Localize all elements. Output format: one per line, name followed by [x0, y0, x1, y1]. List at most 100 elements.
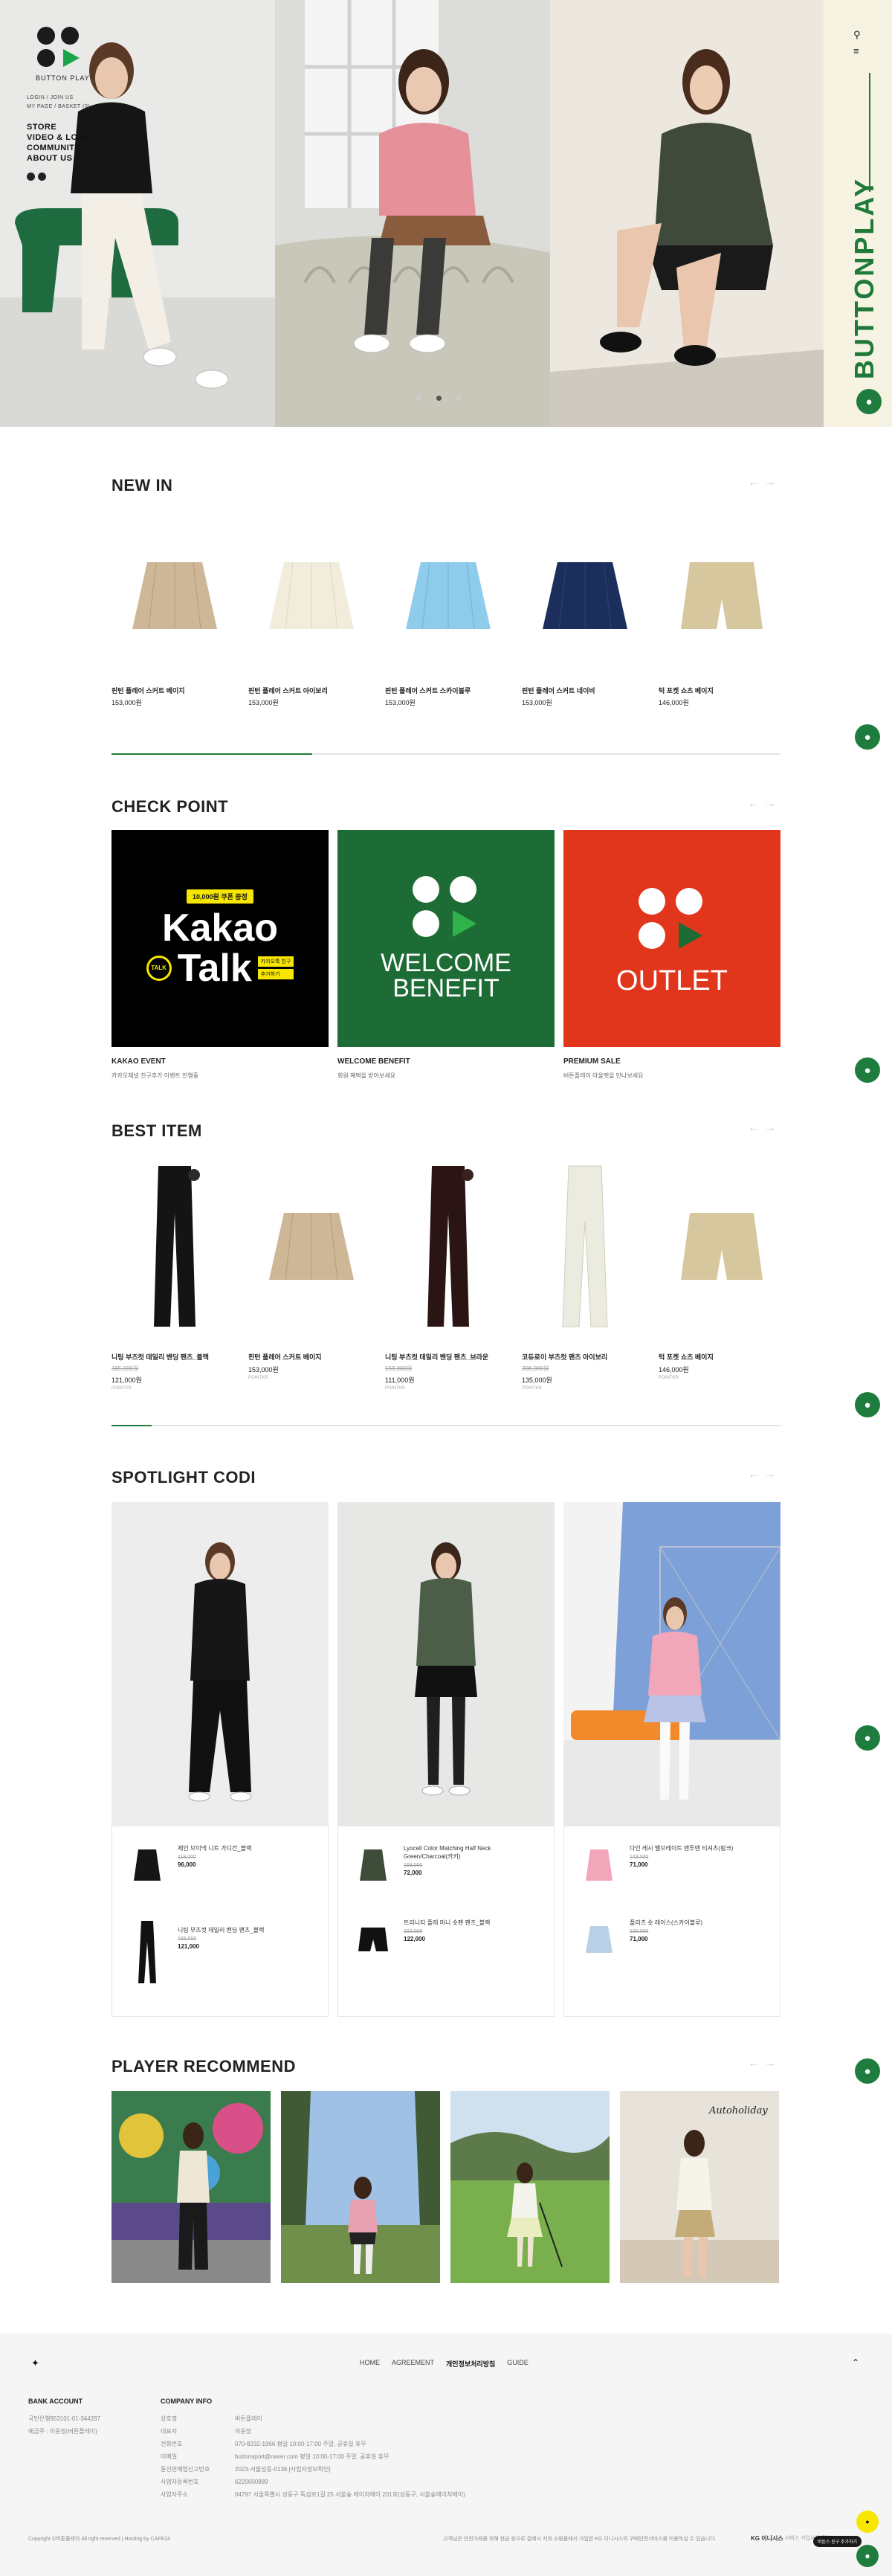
product-card[interactable]: 턱 포켓 쇼츠 베이지 146,000원	[659, 532, 785, 707]
login-link[interactable]: LOGIN / JOIN US	[27, 94, 94, 103]
codi-card[interactable]: Lyocell Color Matching Half Neck Green/C…	[337, 1502, 555, 2017]
product-name[interactable]: 니팅 부츠컷 데일리 밴딩 팬츠_브라운	[385, 1352, 511, 1362]
product-card[interactable]: 니팅 부츠컷 데일리 밴딩 팬츠_브라운 153,000원 111,000원 P…	[385, 1162, 511, 1391]
product-name[interactable]: 핀턴 플레어 스커트 베이지	[112, 686, 238, 695]
footer-logo-icon[interactable]: ✦	[31, 2357, 39, 2369]
menu-about-us[interactable]: ABOUT US	[27, 153, 94, 164]
hero-pagination[interactable]	[416, 396, 462, 401]
card-desc: 버튼플레이 아울렛을 만나보세요	[563, 1072, 644, 1079]
youtube-icon[interactable]	[38, 173, 46, 181]
codi-item-name[interactable]: 니팅 부츠컷 데일리 밴딩 팬츠_블랙	[178, 1926, 264, 1934]
product-card[interactable]: 핀턴 플레어 스커트 베이지 153,000원 POINTKR	[248, 1162, 375, 1380]
hero-dot-active[interactable]	[436, 396, 442, 401]
company-value[interactable]: 2023-서울성동-0136 [사업자정보확인]	[235, 2463, 465, 2476]
best-item-arrows[interactable]: ←→	[748, 1121, 780, 1135]
product-sub: POINTKR	[385, 1386, 405, 1391]
mypage-basket-link[interactable]: MY PAGE / BASKET (0)	[27, 103, 94, 112]
chat-icon[interactable]: ●	[855, 724, 880, 750]
check-point-title: CHECK POINT	[112, 797, 229, 816]
codi-item[interactable]: 니팅 부츠컷 데일리 밴딩 팬츠_블랙 165,000 121,000	[130, 1919, 316, 1986]
product-name[interactable]: 턱 포켓 쇼츠 베이지	[659, 686, 785, 695]
menu-community[interactable]: COMMUNITY	[27, 143, 94, 153]
chat-icon[interactable]: ●	[856, 389, 882, 414]
menu-store[interactable]: STORE	[27, 122, 94, 132]
search-icon[interactable]: ⚲	[853, 27, 861, 43]
logo-mark-icon	[639, 887, 705, 949]
kakao-tag-1: 카카오톡 친구	[257, 956, 294, 967]
instagram-icon[interactable]	[27, 173, 35, 181]
product-card[interactable]: 핀턴 플레어 스커트 베이지 153,000원	[112, 532, 238, 707]
product-name[interactable]: 핀턴 플레어 스커트 아이보리	[248, 686, 375, 695]
footer-link-home[interactable]: HOME	[360, 2359, 380, 2369]
brand-logo[interactable]	[37, 27, 94, 67]
product-card[interactable]: 핀턴 플레어 스커트 네이비 153,000원	[522, 532, 648, 707]
new-in-arrows[interactable]: ←→	[748, 476, 780, 489]
codi-card[interactable]: 제인 브이넥 니트 가디건_블랙 119,000 96,000 니팅 부츠컷 데일리…	[112, 1502, 329, 2017]
product-card[interactable]: 핀턴 플레어 스커트 아이보리 153,000원	[248, 532, 375, 707]
talk-bubble-icon: TALK	[146, 955, 172, 981]
codi-item-name[interactable]: Lyocell Color Matching Half Neck Green/C…	[404, 1844, 542, 1861]
chat-icon[interactable]: ●	[856, 2545, 879, 2567]
arrow-up-icon[interactable]: ⌃	[852, 2357, 859, 2368]
rail-divider	[869, 73, 870, 192]
product-price: 153,000원	[248, 699, 279, 706]
player-photo[interactable]: Autoholiday	[620, 2091, 779, 2283]
company-value[interactable]: 070-8232-1966 평일 10:00-17:00 주말, 공휴일 휴무	[235, 2438, 465, 2450]
hero-image-2[interactable]	[275, 0, 550, 427]
product-name[interactable]: 니팅 부츠컷 데일리 밴딩 팬츠_블랙	[112, 1352, 238, 1362]
chat-icon[interactable]: ●	[855, 2058, 880, 2084]
scroll-progress[interactable]	[112, 753, 312, 755]
hero-image-3[interactable]	[550, 0, 824, 427]
player-photo[interactable]	[450, 2091, 610, 2283]
product-name[interactable]: 핀턴 플레어 스커트 네이비	[522, 686, 648, 695]
escrow-badge[interactable]: KG 이니시스	[751, 2534, 783, 2543]
footer-link-privacy[interactable]: 개인정보처리방침	[446, 2359, 495, 2369]
codi-item-name[interactable]: 제인 브이넥 니트 가디건_블랙	[178, 1844, 251, 1852]
chat-icon[interactable]: ●	[855, 1725, 880, 1751]
kakao-event-card[interactable]: 10,000원 쿠폰 증정 Kakao TALK Talk 카카오톡 친구 추가…	[112, 830, 329, 1080]
best-item-scrollbar[interactable]	[112, 1425, 780, 1426]
company-key: 통신판매업신고번호	[161, 2466, 210, 2473]
codi-card[interactable]: 다인 레시 밸브레이트 맨투맨 티셔츠(핑크) 143,000 71,000 플리츠…	[563, 1502, 780, 2017]
welcome-benefit-card[interactable]: WELCOME BENEFIT WELCOME BENEFIT 회원 혜택을 받…	[337, 830, 555, 1080]
codi-item[interactable]: 플리츠 숏 레이스(스카이블루) 100,000 71,000	[582, 1919, 768, 1960]
new-in-scrollbar[interactable]	[112, 753, 780, 755]
codi-item[interactable]: 트리니티 플레 미니 숏팬 팬츠_블랙 152,000 122,000	[356, 1919, 542, 1960]
chat-icon[interactable]: ●	[855, 1057, 880, 1083]
check-point-arrows[interactable]: ←→	[748, 797, 780, 811]
hero-dot[interactable]	[456, 396, 462, 401]
product-name[interactable]: 핀턴 플레어 스커트 스카이블루	[385, 686, 511, 695]
product-name[interactable]: 코듀로이 부츠컷 팬츠 아이보리	[522, 1352, 648, 1362]
outlet-word: OUTLET	[616, 965, 728, 996]
spotlight-arrows[interactable]: ←→	[748, 1468, 780, 1481]
product-sub: POINTKR	[659, 1376, 679, 1380]
codi-item-name[interactable]: 다인 레시 밸브레이트 맨투맨 티셔츠(핑크)	[630, 1844, 733, 1852]
codi-item[interactable]: 다인 레시 밸브레이트 맨투맨 티셔츠(핑크) 143,000 71,000	[582, 1844, 768, 1886]
player-photo[interactable]	[112, 2091, 271, 2283]
chat-icon[interactable]: ●	[855, 1392, 880, 1417]
player-photo[interactable]	[281, 2091, 440, 2283]
side-navigation: BUTTON PLAY LOGIN / JOIN US MY PAGE / BA…	[27, 27, 94, 181]
menu-video-look[interactable]: VIDEO & LOOK	[27, 132, 94, 143]
hero-dot[interactable]	[416, 396, 421, 401]
kakao-chat-icon[interactable]: ●	[856, 2511, 879, 2533]
codi-item[interactable]: 제인 브이넥 니트 가디건_블랙 119,000 96,000	[130, 1844, 316, 1886]
company-value[interactable]: buttonsport@naver.com 평일 10:00-17:00 주말,…	[235, 2450, 465, 2463]
product-card[interactable]: 핀턴 플레어 스커트 스카이블루 153,000원	[385, 532, 511, 707]
codi-item-name[interactable]: 플리츠 숏 레이스(스카이블루)	[630, 1919, 702, 1927]
kakao-friend-badge[interactable]: 버튼스 친구 추가하기	[813, 2536, 862, 2547]
product-name[interactable]: 핀턴 플레어 스커트 베이지	[248, 1352, 375, 1362]
footer-link-agreement[interactable]: AGREEMENT	[392, 2359, 434, 2369]
player-recommend-arrows[interactable]: ←→	[748, 2057, 780, 2070]
codi-item-name[interactable]: 트리니티 플레 미니 숏팬 팬츠_블랙	[404, 1919, 490, 1927]
card-desc: 카카오채널 친구추가 이벤트 진행중	[112, 1072, 199, 1079]
product-card[interactable]: 니팅 부츠컷 데일리 밴딩 팬츠_블랙 165,000원 121,000원 PO…	[112, 1162, 238, 1391]
footer-link-guide[interactable]: GUIDE	[507, 2359, 529, 2369]
outlet-card[interactable]: OUTLET PREMIUM SALE 버튼플레이 아울렛을 만나보세요	[563, 830, 780, 1080]
scroll-progress[interactable]	[112, 1425, 152, 1426]
product-card[interactable]: 턱 포켓 쇼츠 베이지 146,000원 POINTKR	[659, 1162, 785, 1380]
product-name[interactable]: 턱 포켓 쇼츠 베이지	[659, 1352, 785, 1362]
codi-item[interactable]: Lyocell Color Matching Half Neck Green/C…	[356, 1844, 542, 1886]
hamburger-icon[interactable]: ≡	[853, 43, 861, 59]
product-card[interactable]: 코듀로이 부츠컷 팬츠 아이보리 208,000원 135,000원 POINT…	[522, 1162, 648, 1391]
